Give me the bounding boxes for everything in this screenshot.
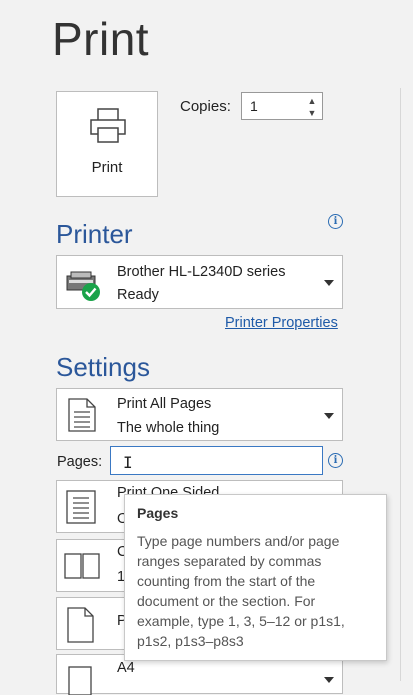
settings-heading: Settings: [56, 352, 150, 382]
pages-tooltip: Pages Type page numbers and/or page rang…: [124, 494, 387, 661]
printer-dropdown[interactable]: Brother HL-L2340D series Ready: [56, 255, 343, 309]
copies-stepper[interactable]: 1 ▲ ▼: [241, 92, 323, 120]
dropdown-caret-icon: [324, 677, 334, 683]
print-range-label: Print All Pages: [117, 396, 212, 412]
dropdown-caret-icon: [324, 413, 334, 419]
print-range-dropdown[interactable]: Print All Pages The whole thing: [56, 388, 343, 441]
printer-icon: [90, 108, 126, 143]
print-range-sublabel: The whole thing: [117, 420, 220, 436]
printer-properties-link[interactable]: Printer Properties: [225, 315, 338, 331]
pages-icon: [68, 398, 96, 432]
dropdown-caret-icon: [324, 280, 334, 286]
tooltip-title: Pages: [137, 505, 179, 521]
collated-icon: [64, 553, 100, 579]
pages-label: Pages:: [57, 454, 103, 470]
paper-size-icon: [68, 666, 92, 695]
print-button-label: Print: [91, 159, 123, 176]
divider: [400, 88, 401, 681]
portrait-page-icon: [67, 607, 94, 643]
print-button[interactable]: Print: [56, 91, 158, 197]
printer-heading: Printer: [56, 219, 133, 249]
pages-input[interactable]: I: [110, 446, 323, 475]
copies-label: Copies:: [180, 98, 231, 115]
paper-size-label: A4: [117, 660, 135, 676]
copies-value[interactable]: 1: [250, 98, 258, 114]
printer-name: Brother HL-L2340D series: [117, 264, 286, 280]
one-sided-icon: [66, 490, 96, 524]
page-title: Print: [52, 13, 150, 65]
info-icon[interactable]: i: [328, 214, 343, 229]
text-cursor-icon: I: [123, 453, 133, 472]
info-icon[interactable]: i: [328, 453, 343, 468]
tooltip-body: Type page numbers and/or page ranges sep…: [137, 533, 345, 649]
printer-status: Ready: [117, 287, 159, 303]
chevron-down-icon[interactable]: ▼: [306, 107, 318, 119]
chevron-up-icon[interactable]: ▲: [306, 95, 318, 107]
printer-ready-icon: [66, 271, 100, 301]
